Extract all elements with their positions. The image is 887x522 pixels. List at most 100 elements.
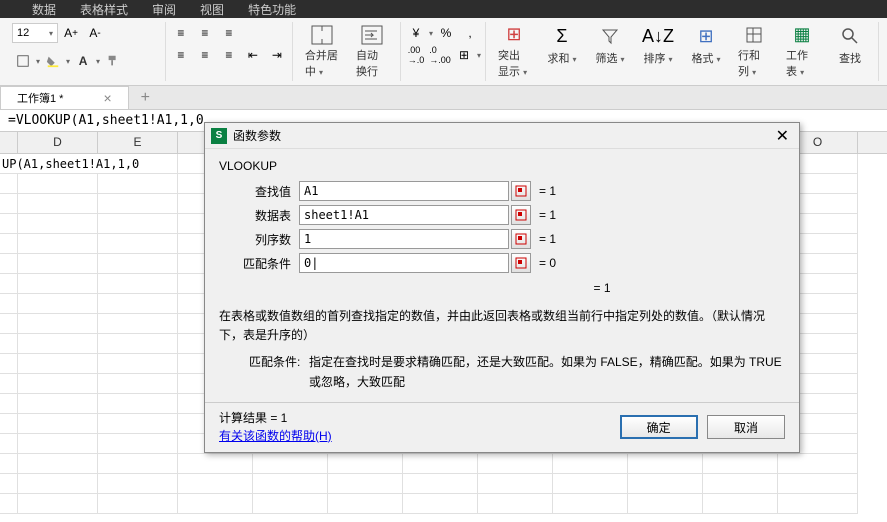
- find-button[interactable]: 查找: [826, 22, 874, 81]
- cell[interactable]: [98, 434, 178, 454]
- range-select-icon[interactable]: [511, 229, 531, 249]
- cell[interactable]: [98, 174, 178, 194]
- cell[interactable]: [178, 494, 253, 514]
- cell[interactable]: [253, 474, 328, 494]
- cell[interactable]: [18, 174, 98, 194]
- cell[interactable]: [98, 314, 178, 334]
- cell[interactable]: [18, 234, 98, 254]
- cell[interactable]: [18, 494, 98, 514]
- cell[interactable]: [253, 494, 328, 514]
- cell[interactable]: [0, 214, 18, 234]
- menu-item[interactable]: 审阅: [140, 1, 188, 18]
- cell[interactable]: [18, 314, 98, 334]
- cell[interactable]: [778, 494, 858, 514]
- cell[interactable]: [178, 454, 253, 474]
- cell[interactable]: [703, 494, 778, 514]
- sort-button[interactable]: A↓Z排序 ▾: [634, 22, 682, 81]
- dropdown-icon[interactable]: ▾: [96, 57, 100, 66]
- help-link[interactable]: 有关该函数的帮助(H): [219, 427, 332, 444]
- dropdown-icon[interactable]: ▾: [66, 57, 70, 66]
- cell[interactable]: [0, 274, 18, 294]
- cell[interactable]: [98, 214, 178, 234]
- cell[interactable]: [98, 494, 178, 514]
- filter-button[interactable]: 筛选 ▾: [586, 22, 634, 81]
- cell[interactable]: [478, 494, 553, 514]
- dialog-titlebar[interactable]: S 函数参数 ✕: [205, 123, 799, 149]
- cell[interactable]: [18, 214, 98, 234]
- cell[interactable]: [328, 474, 403, 494]
- cell[interactable]: [98, 274, 178, 294]
- range-select-icon[interactable]: [511, 205, 531, 225]
- cell[interactable]: [403, 474, 478, 494]
- menu-item[interactable]: 视图: [188, 1, 236, 18]
- indent-increase-icon[interactable]: ⇥: [266, 44, 288, 66]
- cell[interactable]: [478, 454, 553, 474]
- cell[interactable]: [0, 374, 18, 394]
- cell[interactable]: [0, 354, 18, 374]
- range-select-icon[interactable]: [511, 181, 531, 201]
- cell[interactable]: [18, 274, 98, 294]
- col-header[interactable]: D: [18, 132, 98, 153]
- cell[interactable]: [703, 454, 778, 474]
- cell[interactable]: [18, 474, 98, 494]
- cell[interactable]: [553, 474, 628, 494]
- align-left-icon[interactable]: ≡: [170, 44, 192, 66]
- indent-decrease-icon[interactable]: ⇤: [242, 44, 264, 66]
- cell[interactable]: [98, 354, 178, 374]
- wrap-text-button[interactable]: 自动换行: [348, 22, 396, 81]
- cell[interactable]: [628, 494, 703, 514]
- comma-icon[interactable]: ,: [459, 22, 481, 44]
- cell[interactable]: [98, 254, 178, 274]
- menu-item[interactable]: 表格样式: [68, 1, 140, 18]
- cell[interactable]: [628, 454, 703, 474]
- align-top-icon[interactable]: ≡: [170, 22, 192, 44]
- cell[interactable]: [403, 454, 478, 474]
- cell[interactable]: [18, 334, 98, 354]
- increase-decimal-icon[interactable]: .00→.0: [405, 44, 427, 66]
- col-header[interactable]: [0, 132, 18, 153]
- cell[interactable]: [778, 474, 858, 494]
- cell[interactable]: [703, 474, 778, 494]
- currency-icon[interactable]: ¥: [405, 22, 427, 44]
- range-select-icon[interactable]: [511, 253, 531, 273]
- worksheet-button[interactable]: ▦工作表 ▾: [778, 22, 826, 81]
- menu-item[interactable]: 数据: [20, 1, 68, 18]
- number-format-icon[interactable]: ⊞: [453, 44, 475, 66]
- fill-color-icon[interactable]: [42, 50, 64, 72]
- highlight-button[interactable]: ⊞突出显示 ▾: [490, 22, 538, 81]
- cell[interactable]: [18, 374, 98, 394]
- cell[interactable]: [778, 454, 858, 474]
- cell[interactable]: [0, 234, 18, 254]
- menu-item[interactable]: 特色功能: [236, 1, 308, 18]
- align-middle-icon[interactable]: ≡: [194, 22, 216, 44]
- cell[interactable]: [553, 454, 628, 474]
- close-icon[interactable]: ×: [103, 90, 111, 106]
- cell[interactable]: [0, 494, 18, 514]
- param-input-col-index[interactable]: [299, 229, 509, 249]
- dropdown-icon[interactable]: ▾: [36, 57, 40, 66]
- cancel-button[interactable]: 取消: [707, 415, 785, 439]
- cell[interactable]: [98, 474, 178, 494]
- cell[interactable]: [98, 294, 178, 314]
- cell[interactable]: [98, 194, 178, 214]
- cell[interactable]: [0, 394, 18, 414]
- percent-icon[interactable]: %: [435, 22, 457, 44]
- cell[interactable]: [18, 454, 98, 474]
- cell[interactable]: [0, 194, 18, 214]
- increase-font-icon[interactable]: A+: [60, 22, 82, 44]
- cell[interactable]: [0, 294, 18, 314]
- param-input-table-array[interactable]: [299, 205, 509, 225]
- param-input-range-lookup[interactable]: [299, 253, 509, 273]
- cell[interactable]: [553, 494, 628, 514]
- cell[interactable]: [98, 414, 178, 434]
- font-size-select[interactable]: 12▾: [12, 23, 58, 43]
- cell[interactable]: [18, 254, 98, 274]
- cell[interactable]: [0, 414, 18, 434]
- cell[interactable]: [18, 434, 98, 454]
- cell[interactable]: [0, 434, 18, 454]
- decrease-font-icon[interactable]: A-: [84, 22, 106, 44]
- cell[interactable]: [628, 474, 703, 494]
- cell[interactable]: [0, 174, 18, 194]
- sheet-tab[interactable]: 工作簿1 * ×: [0, 86, 129, 109]
- cell[interactable]: [98, 454, 178, 474]
